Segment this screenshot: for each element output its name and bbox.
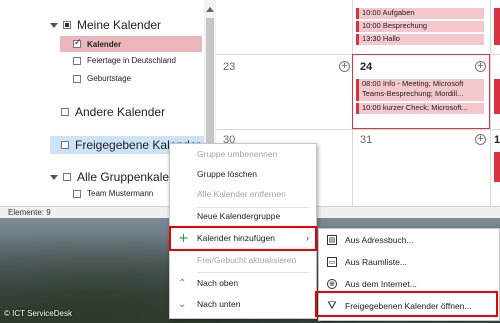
highlight-open-shared-calendar xyxy=(315,291,498,317)
items-count: Elemente: 9 xyxy=(8,208,51,217)
submenu-item-label: Aus dem Internet... xyxy=(345,279,417,289)
grid-divider xyxy=(490,0,491,206)
address-book-icon: ▤ xyxy=(327,235,337,245)
add-event-icon[interactable]: + xyxy=(475,134,486,145)
calendar-item-team-mustermann[interactable]: Team Mustermann xyxy=(73,189,153,198)
submenu-item-from-room-list[interactable]: ▭ Aus Raumliste... xyxy=(319,252,499,273)
submenu-item-from-address-book[interactable]: ▤ Aus Adressbuch... xyxy=(319,230,499,251)
menu-item-delete-group[interactable]: Gruppe löschen xyxy=(170,166,316,183)
calendar-event[interactable]: 10:00 kurzer Check; Microsoft... xyxy=(356,103,484,114)
group-checkbox[interactable] xyxy=(63,21,71,29)
calendar-event[interactable]: 10:00 Aufgaben xyxy=(356,8,484,19)
globe-icon: ⊕ xyxy=(327,279,337,289)
menu-separator xyxy=(197,272,309,273)
calendar-checkbox[interactable] xyxy=(73,189,81,198)
calendar-event-stub[interactable] xyxy=(494,79,500,114)
calendar-item-kalender[interactable]: Kalender xyxy=(60,36,202,52)
calendar-label: Team Mustermann xyxy=(87,189,154,198)
group-andere-kalender[interactable]: Andere Kalender xyxy=(61,105,165,119)
add-event-icon[interactable]: + xyxy=(475,61,486,72)
group-meine-kalender[interactable]: Meine Kalender xyxy=(50,18,161,32)
scroll-up-arrow-icon[interactable] xyxy=(206,7,214,12)
highlight-add-calendar xyxy=(169,226,317,251)
menu-item-label: Nach unten xyxy=(197,299,241,309)
calendar-event[interactable]: 10:00 Besprechung xyxy=(356,21,484,32)
submenu-item-label: Aus Raumliste... xyxy=(345,257,407,267)
day-number-today: 24 xyxy=(360,61,373,73)
calendar-checkbox[interactable] xyxy=(73,38,82,48)
calendar-label: Geburtstage xyxy=(87,74,132,83)
calendar-event-stub[interactable] xyxy=(494,152,500,182)
chevron-up-icon: ⌃ xyxy=(178,278,187,289)
menu-item-remove-all-calendars[interactable]: Alle Kalender entfernen xyxy=(170,186,316,203)
menu-item-refresh-free-busy[interactable]: Frei/Gebucht aktualisieren xyxy=(170,252,316,269)
room-list-icon: ▭ xyxy=(327,257,337,267)
submenu-item-label: Aus Adressbuch... xyxy=(345,235,414,245)
group-checkbox[interactable] xyxy=(61,108,69,116)
day-number: 23 xyxy=(223,61,236,73)
add-event-icon[interactable]: + xyxy=(339,61,350,72)
grid-divider xyxy=(216,129,500,130)
calendar-item-geburtstage[interactable]: Geburtstage xyxy=(73,74,131,83)
calendar-label: Feiertage in Deutschland xyxy=(87,56,176,65)
chevron-down-icon: ⌄ xyxy=(178,299,187,310)
menu-item-move-up[interactable]: ⌃ Nach oben xyxy=(170,275,316,292)
menu-item-move-down[interactable]: ⌄ Nach unten xyxy=(170,296,316,313)
menu-item-new-calendar-group[interactable]: Neue Kalendergruppe xyxy=(170,208,316,225)
calendar-label: Kalender xyxy=(87,39,122,49)
group-checkbox[interactable] xyxy=(61,141,69,149)
calendar-event-stub[interactable] xyxy=(494,8,500,45)
day-number: 1 xyxy=(494,134,500,146)
menu-item-label: Nach oben xyxy=(197,278,239,288)
calendar-checkbox[interactable] xyxy=(73,74,81,83)
group-label: Andere Kalender xyxy=(75,105,166,119)
menu-item-rename-group[interactable]: Gruppe umbenennen xyxy=(170,146,316,163)
chevron-down-icon[interactable] xyxy=(50,174,58,180)
calendar-event[interactable]: 13:30 Hallo xyxy=(356,34,484,45)
chevron-down-icon[interactable] xyxy=(50,22,58,28)
copyright-credit: © ICT ServiceDesk xyxy=(4,309,72,318)
calendar-checkbox[interactable] xyxy=(73,56,81,65)
group-label: Meine Kalender xyxy=(77,18,162,32)
group-checkbox[interactable] xyxy=(63,173,71,181)
calendar-item-feiertage[interactable]: Feiertage in Deutschland xyxy=(73,56,176,65)
calendar-event[interactable]: 08:00 Info - Meeting; Microsoft Teams-Be… xyxy=(356,79,484,101)
day-number: 31 xyxy=(360,134,373,146)
